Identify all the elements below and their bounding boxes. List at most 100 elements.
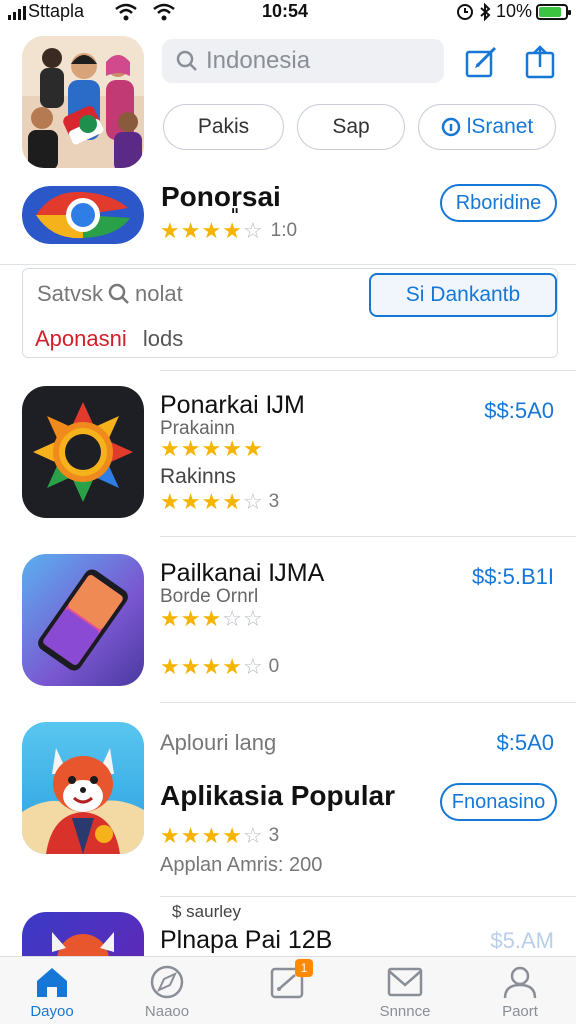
battery-icon: [536, 3, 571, 20]
compass-icon: [150, 965, 184, 999]
status-bar: Sttapla 10:54 10%: [0, 0, 576, 26]
signal-icon: [8, 4, 26, 20]
filter-row[interactable]: Satvsk nolat: [37, 281, 183, 307]
divider: [160, 536, 576, 537]
tab-label: Dayoo: [30, 1003, 74, 1020]
star-filled-icon: ★: [180, 654, 201, 679]
compose-button[interactable]: [464, 44, 500, 80]
star-empty-icon: ☆: [242, 823, 263, 848]
home-icon: [37, 968, 67, 997]
info-icon: [441, 117, 460, 137]
star-filled-icon: ★: [160, 654, 180, 679]
profile-icon: [503, 966, 537, 999]
filter-panel: Satvsk nolat Aponasni lods Si Dankantb: [22, 268, 558, 358]
star-rating: ★ ★ ★ ★ ☆: [160, 656, 263, 678]
star-filled-icon: ★: [201, 436, 222, 461]
update-badge: 1: [295, 959, 313, 977]
tab-today[interactable]: Dayoo: [2, 965, 102, 1020]
search-input[interactable]: Indonesia: [206, 47, 310, 75]
app-rating: ★ ★ ★ ★ ☆ 0: [160, 656, 279, 678]
star-filled-icon: ★: [201, 654, 222, 679]
chip-sranet[interactable]: lSranet: [418, 104, 556, 150]
star-filled-icon: ★: [160, 606, 180, 631]
phone-icon: [38, 569, 128, 671]
status-right: 10%: [456, 1, 571, 22]
app-action-label: Fnonasino: [451, 790, 546, 813]
featured-app-title: Ponor͈sai: [161, 181, 281, 212]
star-filled-icon: ★: [180, 823, 201, 848]
share-icon: [525, 45, 555, 79]
app-price[interactable]: $5.AM: [490, 928, 554, 954]
featured-app-icon[interactable]: [22, 36, 144, 168]
app-icon-fox[interactable]: [22, 722, 144, 854]
app-price[interactable]: $:5A0: [497, 730, 555, 756]
clock: 10:54: [262, 1, 309, 21]
people-illustration: [22, 36, 144, 168]
star-filled-icon: ★: [222, 436, 242, 461]
share-button[interactable]: [522, 44, 558, 80]
featured-action-button[interactable]: Rboridine: [440, 184, 557, 222]
tab-label: Snnnce: [379, 1003, 431, 1020]
app-price[interactable]: $$:5A0: [484, 398, 554, 424]
category-rest: lods: [142, 326, 184, 351]
star-rating: ★ ★ ★ ★ ☆: [160, 220, 263, 242]
star-empty-icon: ☆: [242, 654, 263, 679]
star-rating: ★ ★ ★ ★ ★: [160, 438, 263, 460]
search-icon: [176, 50, 197, 71]
app-name: Plnapa Pai 12B: [160, 926, 333, 954]
app-action-button[interactable]: Fnonasino: [440, 783, 557, 821]
tab-label: Naaoo: [144, 1003, 190, 1020]
star-rating: ★ ★ ★ ★ ☆: [160, 491, 263, 513]
wifi-icon: [115, 3, 137, 21]
battery-percent: 10%: [495, 1, 532, 21]
star-filled-icon: ★: [222, 489, 242, 514]
app-icon-phone[interactable]: [22, 554, 144, 686]
star-filled-icon: ★: [222, 654, 242, 679]
star-filled-icon: ★: [180, 436, 201, 461]
battery-fill: [539, 6, 562, 17]
filter-text-2: nolat: [135, 281, 183, 306]
star-filled-icon: ★: [201, 489, 222, 514]
rating-count: 3: [268, 491, 280, 512]
app-subtitle: Aplouri lang: [160, 730, 277, 755]
star-filled-icon: ★: [201, 218, 222, 243]
divider: [160, 702, 576, 703]
divider: [0, 264, 576, 265]
tab-profile[interactable]: Paort: [470, 965, 570, 1020]
star-empty-icon: ☆: [242, 218, 263, 243]
star-filled-icon: ★: [242, 436, 263, 461]
filter-text: Satvsk: [37, 281, 104, 306]
app-name: Aplikasia Popular: [160, 780, 395, 811]
chip-pakis[interactable]: Pakis: [163, 104, 284, 150]
star-filled-icon: ★: [160, 436, 180, 461]
star-filled-icon: ★: [160, 823, 180, 848]
sun-logo-icon: [33, 402, 133, 502]
chip-label: lSranet: [466, 115, 534, 138]
app-price[interactable]: $$:5.B1I: [472, 564, 554, 590]
browser-logo-icon: [22, 186, 144, 244]
tab-updates[interactable]: 1: [238, 959, 338, 1007]
app-icon-sun[interactable]: [22, 386, 144, 518]
app-icon-partial[interactable]: [22, 912, 144, 956]
app-rating: ★ ★ ★ ★ ☆ 3: [160, 825, 279, 847]
app-extra-info: Applan Amris: 200: [160, 854, 323, 876]
divider: [160, 896, 576, 897]
app-subtitle: Borde Ornrl: [160, 586, 259, 607]
star-filled-icon: ★: [201, 606, 222, 631]
tab-inbox[interactable]: Snnnce: [355, 965, 455, 1020]
chip-sap[interactable]: Sap: [297, 104, 405, 150]
star-filled-icon: ★: [180, 218, 201, 243]
search-bar[interactable]: Indonesia: [162, 39, 444, 83]
select-button[interactable]: Si Dankantb: [369, 273, 557, 317]
carrier-name: Sttapla: [28, 1, 85, 21]
star-filled-icon: ★: [180, 606, 201, 631]
star-filled-icon: ★: [180, 489, 201, 514]
app-subtitle: $ saurley: [172, 902, 241, 921]
tab-explore[interactable]: Naaoo: [117, 965, 217, 1020]
tab-label: Paort: [502, 1003, 538, 1020]
app-rating-top: ★ ★ ★ ★ ★: [160, 438, 263, 460]
category-row[interactable]: Aponasni lods: [35, 326, 183, 352]
app-name: Ponarkai ĲM: [160, 391, 305, 419]
featured-row-icon[interactable]: [22, 186, 144, 244]
compose-icon: [465, 46, 497, 78]
